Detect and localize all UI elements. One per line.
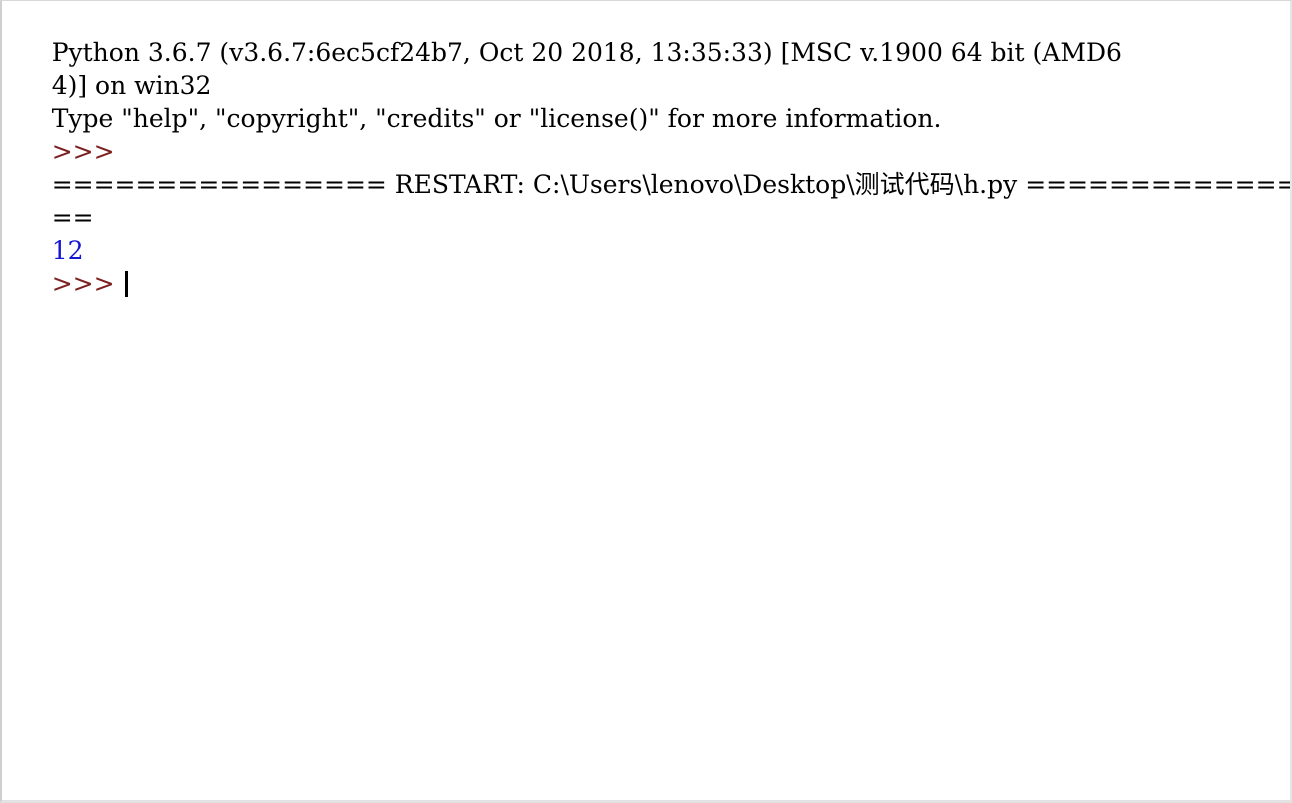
idle-shell-window[interactable]: Python 3.6.7 (v3.6.7:6ec5cf24b7, Oct 20 … [0, 0, 1292, 803]
banner-version-wrap-text: 4)] on win32 [51, 71, 212, 100]
restart-wrapped-equals: == [51, 203, 94, 232]
restart-left-equals: ================ [51, 170, 387, 199]
shell-line-prompt-2[interactable]: >>> [2, 234, 1290, 298]
restart-label: RESTART: [386, 170, 533, 199]
banner-version-text: Python 3.6.7 (v3.6.7:6ec5cf24b7, Oct 20 … [51, 38, 1122, 67]
program-output-value: 12 [51, 236, 84, 265]
prompt-symbol-2: >>> [51, 269, 115, 298]
shell-line-banner-version: Python 3.6.7 (v3.6.7:6ec5cf24b7, Oct 20 … [2, 3, 1290, 67]
restart-script-path: C:\Users\lenovo\Desktop\测试代码\h.py [532, 170, 1018, 199]
prompt-symbol-1: >>> [51, 137, 115, 166]
banner-help-text: Type "help", "copyright", "credits" or "… [51, 104, 942, 133]
shell-line-restart-banner: ================ RESTART: C:\Users\lenov… [2, 135, 1290, 199]
text-caret [124, 271, 128, 297]
shell-line-output-1: 12 [2, 201, 1290, 265]
restart-right-equals: ============== [1017, 170, 1292, 199]
shell-text-area[interactable]: Python 3.6.7 (v3.6.7:6ec5cf24b7, Oct 20 … [2, 3, 1290, 800]
